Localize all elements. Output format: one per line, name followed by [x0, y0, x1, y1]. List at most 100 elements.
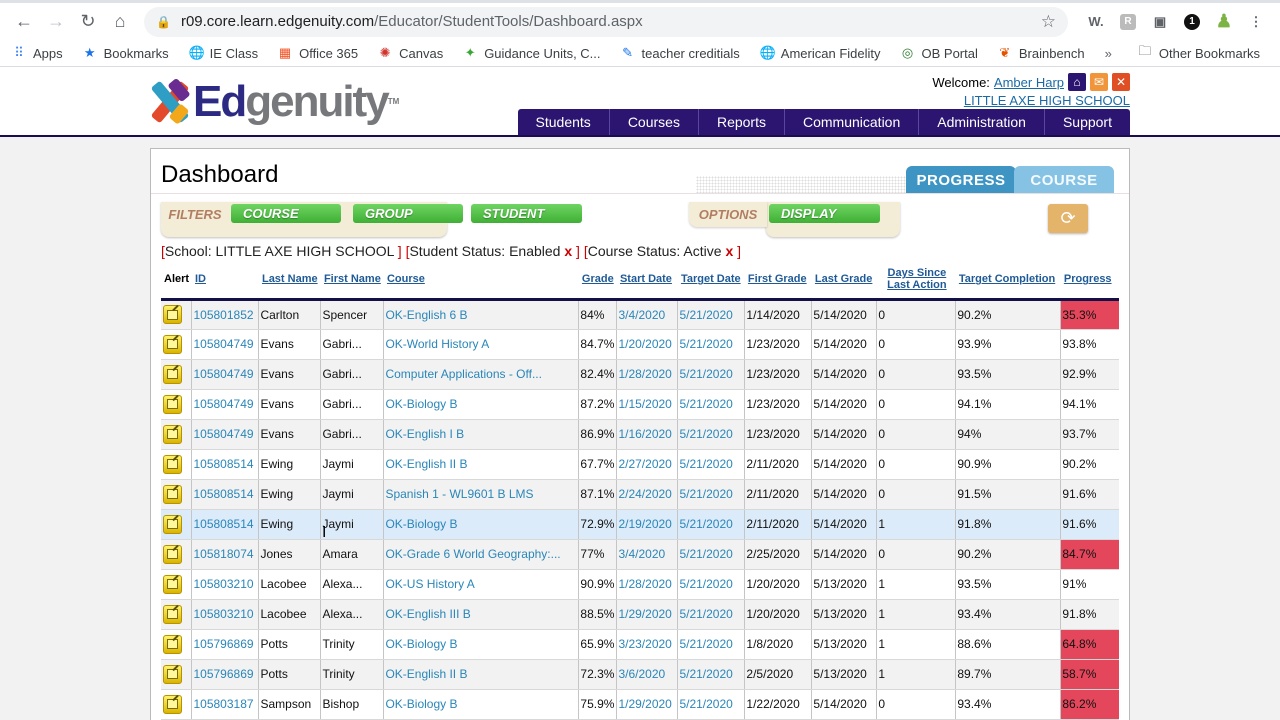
col-course[interactable]: Course: [383, 261, 579, 301]
address-bar[interactable]: 🔒 r09.core.learn.edgenuity.com/Educator/…: [144, 6, 1068, 37]
nav-reports[interactable]: Reports: [699, 109, 785, 135]
course-link[interactable]: OK-World History A: [383, 329, 579, 360]
course-link[interactable]: OK-English I B: [383, 419, 579, 450]
col-first-grade[interactable]: First Grade: [744, 261, 812, 301]
alert-note-icon[interactable]: [163, 574, 182, 594]
table-row[interactable]: 105804749 Evans Gabri... OK-World History A…: [161, 329, 1119, 360]
col-days-since-last-action[interactable]: Days Since Last Action: [876, 261, 956, 301]
bookmark-teacher-creditials[interactable]: ✎ teacher creditials: [621, 45, 740, 61]
extension-badge-icon[interactable]: 1: [1176, 6, 1208, 38]
col-target-date[interactable]: Target Date: [677, 261, 745, 301]
browser-menu-icon[interactable]: ⋮: [1240, 6, 1272, 38]
col-target-completion[interactable]: Target Completion: [955, 261, 1061, 301]
alert-note-icon[interactable]: [163, 604, 182, 624]
table-row[interactable]: 105796869 Potts Trinity OK-Biology B 65.9% 3/…: [161, 629, 1119, 660]
home-button[interactable]: ⌂: [104, 6, 136, 38]
bookmark-star-icon[interactable]: ☆: [1041, 12, 1056, 32]
alert-note-icon[interactable]: [163, 334, 182, 354]
table-row[interactable]: 105808514 Ewing Jaymi OK-Biology B 72.9% 2/19…: [161, 509, 1119, 540]
table-row[interactable]: 105804749 Evans Gabri... Computer Applicati…: [161, 359, 1119, 390]
target-date-link[interactable]: 5/21/2020: [677, 569, 745, 600]
student-id-link[interactable]: 105803187: [191, 689, 259, 720]
filter-student-button[interactable]: STUDENT: [471, 204, 582, 223]
col-first-name[interactable]: First Name: [320, 261, 384, 301]
edgenuity-logo[interactable]: EdgenuityTM: [149, 77, 399, 125]
start-date-link[interactable]: 3/23/2020: [616, 629, 678, 660]
course-link[interactable]: Spanish 1 - WL9601 B LMS: [383, 479, 579, 510]
target-date-link[interactable]: 5/21/2020: [677, 599, 745, 630]
alert-note-icon[interactable]: [163, 484, 182, 504]
profile-avatar-icon[interactable]: ♟: [1208, 6, 1240, 38]
target-date-link[interactable]: 5/21/2020: [677, 509, 745, 540]
tab-progress[interactable]: PROGRESS: [906, 166, 1016, 194]
extension-cast-icon[interactable]: ▣: [1144, 6, 1176, 38]
alert-note-icon[interactable]: [163, 394, 182, 414]
start-date-link[interactable]: 1/29/2020: [616, 689, 678, 720]
start-date-link[interactable]: 1/15/2020: [616, 389, 678, 420]
target-date-link[interactable]: 5/21/2020: [677, 539, 745, 570]
alert-note-icon[interactable]: [163, 364, 182, 384]
course-link[interactable]: OK-English III B: [383, 599, 579, 630]
start-date-link[interactable]: 1/28/2020: [616, 569, 678, 600]
table-row[interactable]: 105804749 Evans Gabri... OK-English I B 86.9…: [161, 419, 1119, 450]
alert-note-icon[interactable]: [163, 304, 182, 324]
student-id-link[interactable]: 105808514: [191, 479, 259, 510]
alert-note-icon[interactable]: [163, 544, 182, 564]
student-id-link[interactable]: 105804749: [191, 389, 259, 420]
tab-course[interactable]: COURSE: [1014, 166, 1114, 194]
target-date-link[interactable]: 5/21/2020: [677, 449, 745, 480]
bookmark-ob-portal[interactable]: ◎ OB Portal: [901, 45, 978, 61]
course-link[interactable]: OK-Biology B: [383, 629, 579, 660]
student-id-link[interactable]: 105803210: [191, 569, 259, 600]
course-link[interactable]: OK-Biology B: [383, 509, 579, 540]
start-date-link[interactable]: 1/28/2020: [616, 359, 678, 390]
course-link[interactable]: OK-Grade 6 World Geography:...: [383, 539, 579, 570]
col-id[interactable]: ID: [191, 261, 259, 301]
target-date-link[interactable]: 5/21/2020: [677, 359, 745, 390]
bookmark-brainbench[interactable]: ❦ Brainbench: [998, 45, 1084, 61]
student-id-link[interactable]: 105808514: [191, 449, 259, 480]
start-date-link[interactable]: 1/29/2020: [616, 599, 678, 630]
filter-group-button[interactable]: GROUP: [353, 204, 463, 223]
student-id-link[interactable]: 105803210: [191, 599, 259, 630]
col-last-name[interactable]: Last Name: [258, 261, 321, 301]
bookmark-bookmarks[interactable]: ★ Bookmarks: [83, 45, 169, 61]
target-date-link[interactable]: 5/21/2020: [677, 329, 745, 360]
logout-close-icon[interactable]: ✕: [1112, 73, 1130, 91]
school-link[interactable]: LITTLE AXE HIGH SCHOOL: [964, 93, 1130, 108]
start-date-link[interactable]: 3/6/2020: [616, 659, 678, 690]
course-link[interactable]: OK-Biology B: [383, 689, 579, 720]
table-row[interactable]: 105804749 Evans Gabri... OK-Biology B 87.2% 1…: [161, 389, 1119, 420]
table-row[interactable]: 105803210 Lacobee Alexa... OK-US History A9…: [161, 569, 1119, 600]
alert-note-icon[interactable]: [163, 424, 182, 444]
alert-note-icon[interactable]: [163, 514, 182, 534]
table-row[interactable]: 105801852 Carlton Spencer OK-English 6 B 84%…: [161, 299, 1119, 330]
reload-button[interactable]: ↻: [72, 6, 104, 38]
course-link[interactable]: OK-English II B: [383, 659, 579, 690]
mail-icon[interactable]: ✉: [1090, 73, 1108, 91]
bookmark-office-365[interactable]: ▦ Office 365: [278, 45, 358, 61]
target-date-link[interactable]: 5/21/2020: [677, 659, 745, 690]
display-button[interactable]: DISPLAY: [769, 204, 880, 223]
alert-note-icon[interactable]: [163, 454, 182, 474]
alert-note-icon[interactable]: [163, 664, 182, 684]
other-bookmarks[interactable]: 🗀 Other Bookmarks: [1138, 42, 1260, 64]
user-name-link[interactable]: Amber Harp: [994, 75, 1064, 90]
target-date-link[interactable]: 5/21/2020: [677, 299, 745, 330]
target-date-link[interactable]: 5/21/2020: [677, 389, 745, 420]
refresh-icon[interactable]: ⟳: [1048, 204, 1088, 233]
nav-communication[interactable]: Communication: [785, 109, 920, 135]
nav-support[interactable]: Support: [1045, 109, 1130, 135]
start-date-link[interactable]: 3/4/2020: [616, 539, 678, 570]
more-bookmarks-button[interactable]: »: [1105, 46, 1112, 61]
bookmark-apps[interactable]: ⠿ Apps: [12, 45, 62, 61]
student-id-link[interactable]: 105804749: [191, 329, 259, 360]
forward-button[interactable]: →: [40, 6, 72, 38]
alert-note-icon[interactable]: [163, 694, 182, 714]
target-date-link[interactable]: 5/21/2020: [677, 479, 745, 510]
course-link[interactable]: OK-Biology B: [383, 389, 579, 420]
start-date-link[interactable]: 1/20/2020: [616, 329, 678, 360]
student-id-link[interactable]: 105804749: [191, 359, 259, 390]
col-progress[interactable]: Progress: [1060, 261, 1119, 301]
start-date-link[interactable]: 1/16/2020: [616, 419, 678, 450]
